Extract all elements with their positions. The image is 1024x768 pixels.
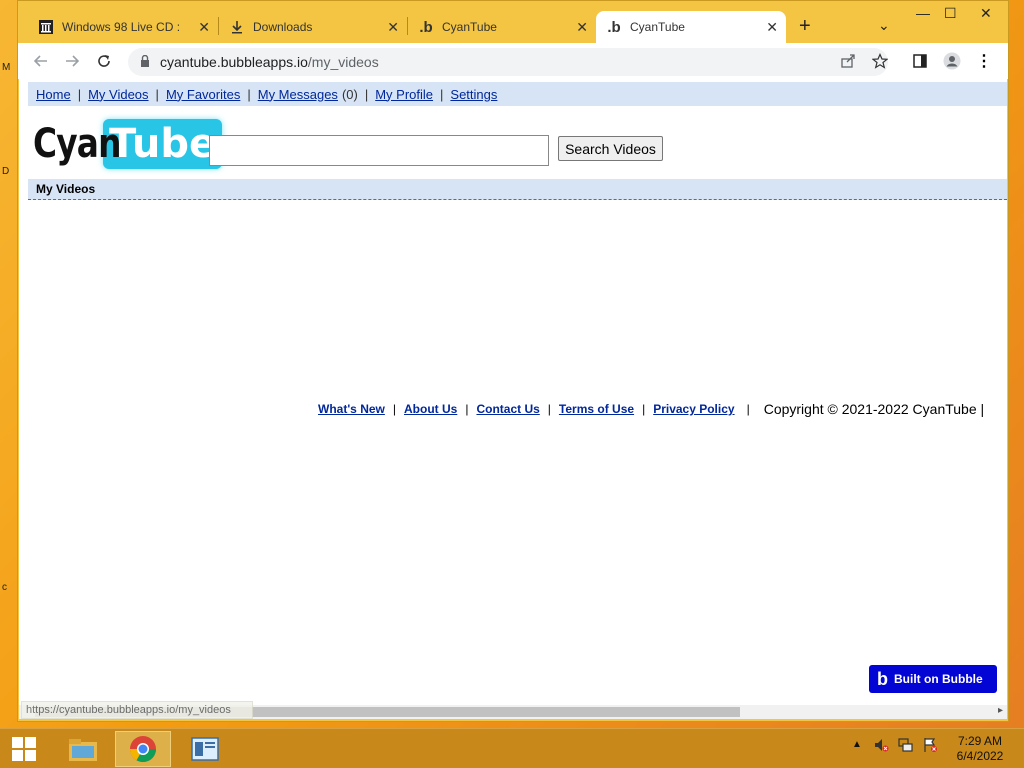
messages-count: (0): [341, 86, 358, 102]
file-explorer-icon[interactable]: [57, 731, 109, 767]
tab-downloads[interactable]: Downloads ✕: [219, 11, 407, 43]
footer-terms-link[interactable]: Terms of Use: [559, 402, 634, 416]
desktop-icon-fragment: c: [2, 582, 7, 593]
reload-icon[interactable]: [94, 51, 114, 71]
nav-my-videos-link[interactable]: My Videos: [88, 87, 148, 102]
close-icon[interactable]: ✕: [198, 19, 210, 36]
scroll-right-icon[interactable]: ▸: [998, 705, 1003, 716]
address-bar[interactable]: cyantube.bubbleapps.io/my_videos: [128, 48, 888, 76]
nav-my-favorites-link[interactable]: My Favorites: [166, 87, 240, 102]
tab-strip: Windows 98 Live CD : F ✕ Downloads ✕ .b …: [18, 1, 1008, 43]
back-icon[interactable]: [31, 51, 51, 71]
url-path: /my_videos: [307, 54, 379, 70]
chrome-icon[interactable]: [115, 731, 171, 767]
tab-title: Downloads: [253, 20, 313, 34]
app-window-icon[interactable]: [180, 731, 230, 767]
site-footer: What's New | About Us | Contact Us | Ter…: [318, 401, 984, 417]
minimize-icon[interactable]: —: [916, 5, 930, 21]
bubble-b-icon: .b: [607, 18, 621, 36]
web-page: Home | My Videos | My Favorites | My Mes…: [19, 79, 1007, 705]
tab-title: CyanTube: [442, 20, 497, 34]
taskbar-clock[interactable]: 7:29 AM 6/4/2022: [950, 734, 1010, 764]
kebab-menu-icon[interactable]: ⋮: [974, 51, 994, 71]
search-videos-button[interactable]: Search Videos: [558, 136, 663, 161]
footer-separator: |: [547, 402, 551, 416]
tab-cyantube[interactable]: .b CyanTube ✕: [408, 11, 596, 43]
windows-taskbar: ▲ 7:29 AM 6/4/2022: [0, 728, 1024, 768]
clock-time: 7:29 AM: [957, 734, 1003, 748]
new-tab-icon[interactable]: +: [799, 15, 811, 38]
archive-icon: [38, 19, 54, 35]
start-button[interactable]: [0, 731, 48, 767]
profile-icon[interactable]: [942, 51, 962, 71]
forward-icon[interactable]: [62, 51, 82, 71]
nav-separator: |: [364, 86, 369, 102]
chevron-down-icon[interactable]: ⌄: [878, 17, 890, 34]
speaker-muted-icon[interactable]: [873, 737, 889, 756]
nav-separator: |: [77, 86, 82, 102]
star-icon[interactable]: [870, 51, 890, 71]
tab-title: Windows 98 Live CD : F: [62, 20, 182, 34]
nav-separator: |: [155, 86, 159, 102]
footer-about-us-link[interactable]: About Us: [404, 402, 457, 416]
nav-settings-link[interactable]: Settings: [450, 87, 497, 102]
footer-contact-us-link[interactable]: Contact Us: [476, 402, 539, 416]
logo-text-tube: Tube: [103, 119, 223, 169]
nav-my-messages-link[interactable]: My Messages: [258, 87, 338, 102]
footer-separator: |: [642, 402, 646, 416]
action-center-flag-icon[interactable]: [922, 737, 938, 756]
tab-title: CyanTube: [630, 20, 685, 34]
search-input[interactable]: [209, 135, 549, 166]
close-icon[interactable]: ✕: [387, 19, 399, 36]
copyright-text: Copyright © 2021-2022 CyanTube |: [763, 401, 985, 417]
built-on-bubble-badge[interactable]: b Built on Bubble: [869, 665, 997, 693]
nav-separator: |: [247, 86, 251, 102]
badge-label: Built on Bubble: [894, 672, 983, 686]
logo-text-cyan: Cyan: [33, 121, 121, 167]
clock-date: 6/4/2022: [956, 749, 1004, 763]
desktop-icon-fragment: D: [2, 166, 10, 177]
bubble-b-icon: .b: [419, 18, 433, 36]
nav-my-profile-link[interactable]: My Profile: [375, 87, 433, 102]
bubble-b-icon: b: [877, 668, 888, 689]
close-icon[interactable]: ✕: [576, 19, 588, 36]
desktop-icon-fragment: M: [2, 62, 11, 73]
cyantube-logo[interactable]: Cyan Tube: [33, 113, 223, 175]
maximize-icon[interactable]: ☐: [944, 5, 957, 22]
side-panel-icon[interactable]: [910, 51, 930, 71]
nav-home-link[interactable]: Home: [36, 87, 71, 102]
site-nav: Home | My Videos | My Favorites | My Mes…: [28, 82, 1007, 106]
nav-separator: |: [440, 86, 444, 102]
close-window-icon[interactable]: ✕: [980, 5, 992, 22]
footer-separator: |: [746, 402, 750, 416]
footer-separator: |: [392, 402, 396, 416]
section-title: My Videos: [28, 179, 1007, 200]
status-bar-url: https://cyantube.bubbleapps.io/my_videos: [21, 701, 253, 719]
download-icon: [229, 19, 245, 35]
tab-cyantube-active[interactable]: .b CyanTube ✕: [596, 11, 786, 43]
lock-icon: [140, 54, 150, 70]
footer-privacy-link[interactable]: Privacy Policy: [653, 402, 734, 416]
share-icon[interactable]: [838, 51, 858, 71]
footer-whats-new-link[interactable]: What's New: [318, 402, 385, 416]
footer-separator: |: [465, 402, 469, 416]
tab-windows98[interactable]: Windows 98 Live CD : F ✕: [28, 11, 218, 43]
url-host: cyantube.bubbleapps.io: [160, 54, 308, 70]
tray-chevron-up-icon[interactable]: ▲: [852, 739, 862, 750]
browser-window: Windows 98 Live CD : F ✕ Downloads ✕ .b …: [17, 0, 1009, 722]
network-icon[interactable]: [898, 737, 914, 756]
close-icon[interactable]: ✕: [766, 19, 778, 36]
browser-toolbar: cyantube.bubbleapps.io/my_videos ⋮: [18, 43, 1008, 79]
